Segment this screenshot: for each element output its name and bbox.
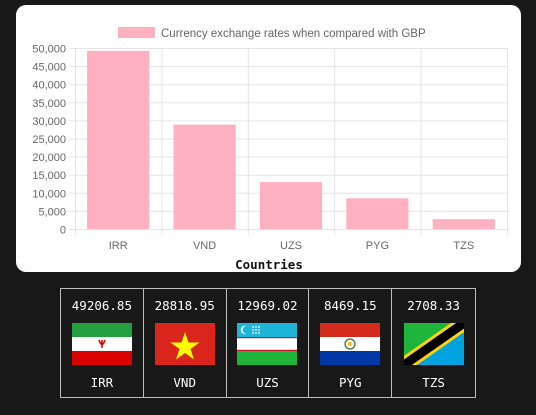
x-tick-label: TZS <box>453 240 474 252</box>
y-tick-label: 20,000 <box>32 152 66 164</box>
currency-code: TZS <box>422 375 445 390</box>
x-tick-label: PYG <box>366 240 389 252</box>
rate-value: 49206.85 <box>71 298 132 313</box>
currency-cards: 49206.85 IRR 28818.95 VND 12969.02 UZS 8… <box>60 288 476 398</box>
currency-card-tzs[interactable]: 2708.33 TZS <box>392 289 475 397</box>
y-tick-label: 25,000 <box>32 134 66 146</box>
currency-card-uzs[interactable]: 12969.02 UZS <box>227 289 310 397</box>
currency-card-pyg[interactable]: 8469.15 PYG <box>309 289 393 397</box>
x-tick-label: IRR <box>109 240 128 252</box>
legend-swatch <box>118 27 155 38</box>
currency-code: VND <box>173 375 196 390</box>
bars <box>87 50 495 230</box>
rate-value: 2708.33 <box>407 298 460 313</box>
y-axis-ticks: 0 5,000 10,000 15,000 20,000 25,000 30,000 35,0… <box>32 44 66 237</box>
rate-value: 8469.15 <box>323 298 377 313</box>
currency-code: UZS <box>256 375 279 390</box>
y-tick-label: 5,000 <box>38 206 66 218</box>
currency-card-irr[interactable]: 49206.85 IRR <box>61 289 144 397</box>
bar-irr[interactable] <box>87 50 150 230</box>
x-axis-title: Countries <box>235 257 303 272</box>
paraguay-flag-icon <box>320 323 381 365</box>
x-tick-label: UZS <box>280 240 302 252</box>
bar-vnd[interactable] <box>173 124 236 229</box>
bar-uzs[interactable] <box>259 182 323 229</box>
uzbekistan-flag-icon <box>237 323 298 365</box>
y-tick-label: 35,000 <box>32 98 66 110</box>
chart-legend[interactable]: Currency exchange rates when compared wi… <box>118 27 426 40</box>
y-tick-label: 10,000 <box>32 188 66 200</box>
vietnam-flag-icon <box>154 323 215 365</box>
chart-card: Currency exchange rates when compared wi… <box>16 5 521 272</box>
iran-flag-icon <box>71 323 132 365</box>
y-tick-label: 40,000 <box>32 80 66 92</box>
rate-value: 28818.95 <box>154 298 215 313</box>
bar-chart: Currency exchange rates when compared wi… <box>32 27 508 272</box>
y-tick-label: 15,000 <box>32 170 66 182</box>
y-tick-label: 50,000 <box>32 44 66 56</box>
currency-card-vnd[interactable]: 28818.95 VND <box>144 289 227 397</box>
currency-code: PYG <box>339 375 362 390</box>
currency-code: IRR <box>90 375 114 390</box>
y-tick-label: 45,000 <box>32 62 66 74</box>
rate-value: 12969.02 <box>237 298 298 313</box>
x-tick-label: VND <box>193 240 216 252</box>
x-axis-ticks: IRR VND UZS PYG TZS <box>109 240 474 252</box>
bar-pyg[interactable] <box>346 198 409 229</box>
legend-label: Currency exchange rates when compared wi… <box>161 28 426 40</box>
tanzania-flag-icon <box>403 323 464 365</box>
y-tick-label: 30,000 <box>32 116 66 128</box>
bar-tzs[interactable] <box>432 219 495 229</box>
y-tick-label: 0 <box>60 225 66 237</box>
